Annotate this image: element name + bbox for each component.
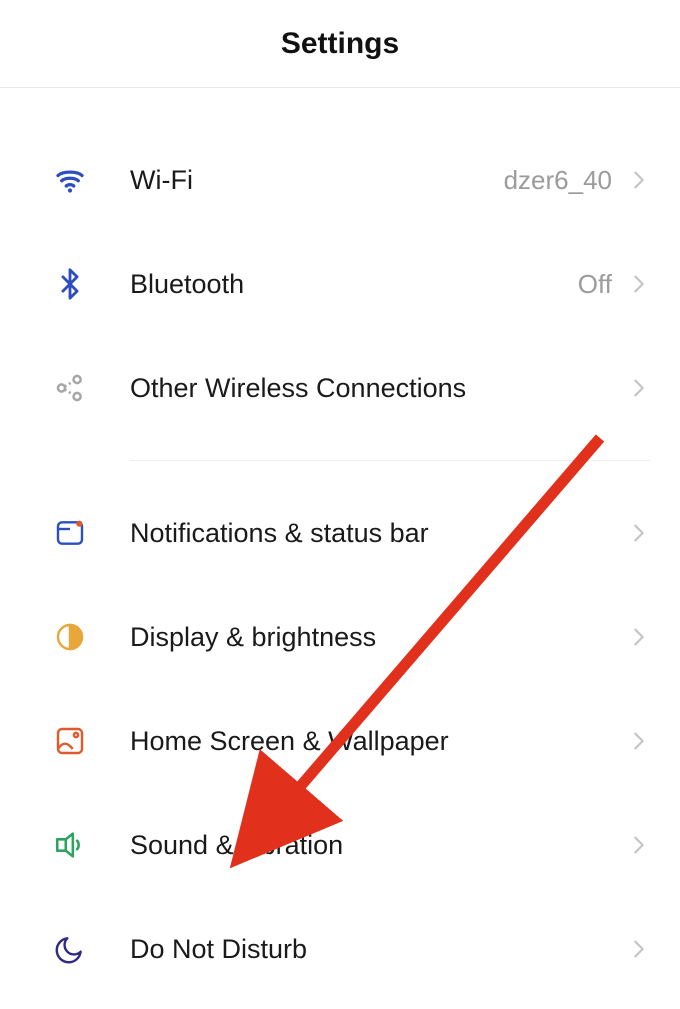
chevron-right-icon: [628, 626, 650, 648]
settings-label: Do Not Disturb: [130, 934, 628, 965]
moon-icon: [48, 927, 92, 971]
section-divider: [130, 460, 650, 461]
chevron-right-icon: [628, 834, 650, 856]
settings-value: Off: [578, 269, 612, 300]
settings-item-home-wallpaper[interactable]: Home Screen & Wallpaper: [0, 689, 680, 793]
settings-label: Notifications & status bar: [130, 518, 628, 549]
notification-icon: [48, 511, 92, 555]
settings-label: Other Wireless Connections: [130, 373, 628, 404]
chevron-right-icon: [628, 730, 650, 752]
chevron-right-icon: [628, 169, 650, 191]
wifi-icon: [48, 158, 92, 202]
wireless-share-icon: [48, 366, 92, 410]
chevron-right-icon: [628, 938, 650, 960]
settings-label: Wi-Fi: [130, 165, 504, 196]
settings-item-wifi[interactable]: Wi-Fi dzer6_40: [0, 128, 680, 232]
chevron-right-icon: [628, 273, 650, 295]
settings-label: Display & brightness: [130, 622, 628, 653]
brightness-icon: [48, 615, 92, 659]
settings-item-display[interactable]: Display & brightness: [0, 585, 680, 689]
wallpaper-icon: [48, 719, 92, 763]
settings-label: Bluetooth: [130, 269, 578, 300]
settings-item-notifications[interactable]: Notifications & status bar: [0, 481, 680, 585]
settings-value: dzer6_40: [504, 165, 612, 196]
settings-label: Sound & vibration: [130, 830, 628, 861]
sound-icon: [48, 823, 92, 867]
header: Settings: [0, 0, 680, 88]
settings-item-bluetooth[interactable]: Bluetooth Off: [0, 232, 680, 336]
settings-item-sound[interactable]: Sound & vibration: [0, 793, 680, 897]
spacer: [0, 88, 680, 128]
settings-item-other-wireless[interactable]: Other Wireless Connections: [0, 336, 680, 440]
bluetooth-icon: [48, 262, 92, 306]
settings-label: Home Screen & Wallpaper: [130, 726, 628, 757]
chevron-right-icon: [628, 522, 650, 544]
chevron-right-icon: [628, 377, 650, 399]
page-title: Settings: [281, 27, 399, 61]
settings-item-dnd[interactable]: Do Not Disturb: [0, 897, 680, 1001]
